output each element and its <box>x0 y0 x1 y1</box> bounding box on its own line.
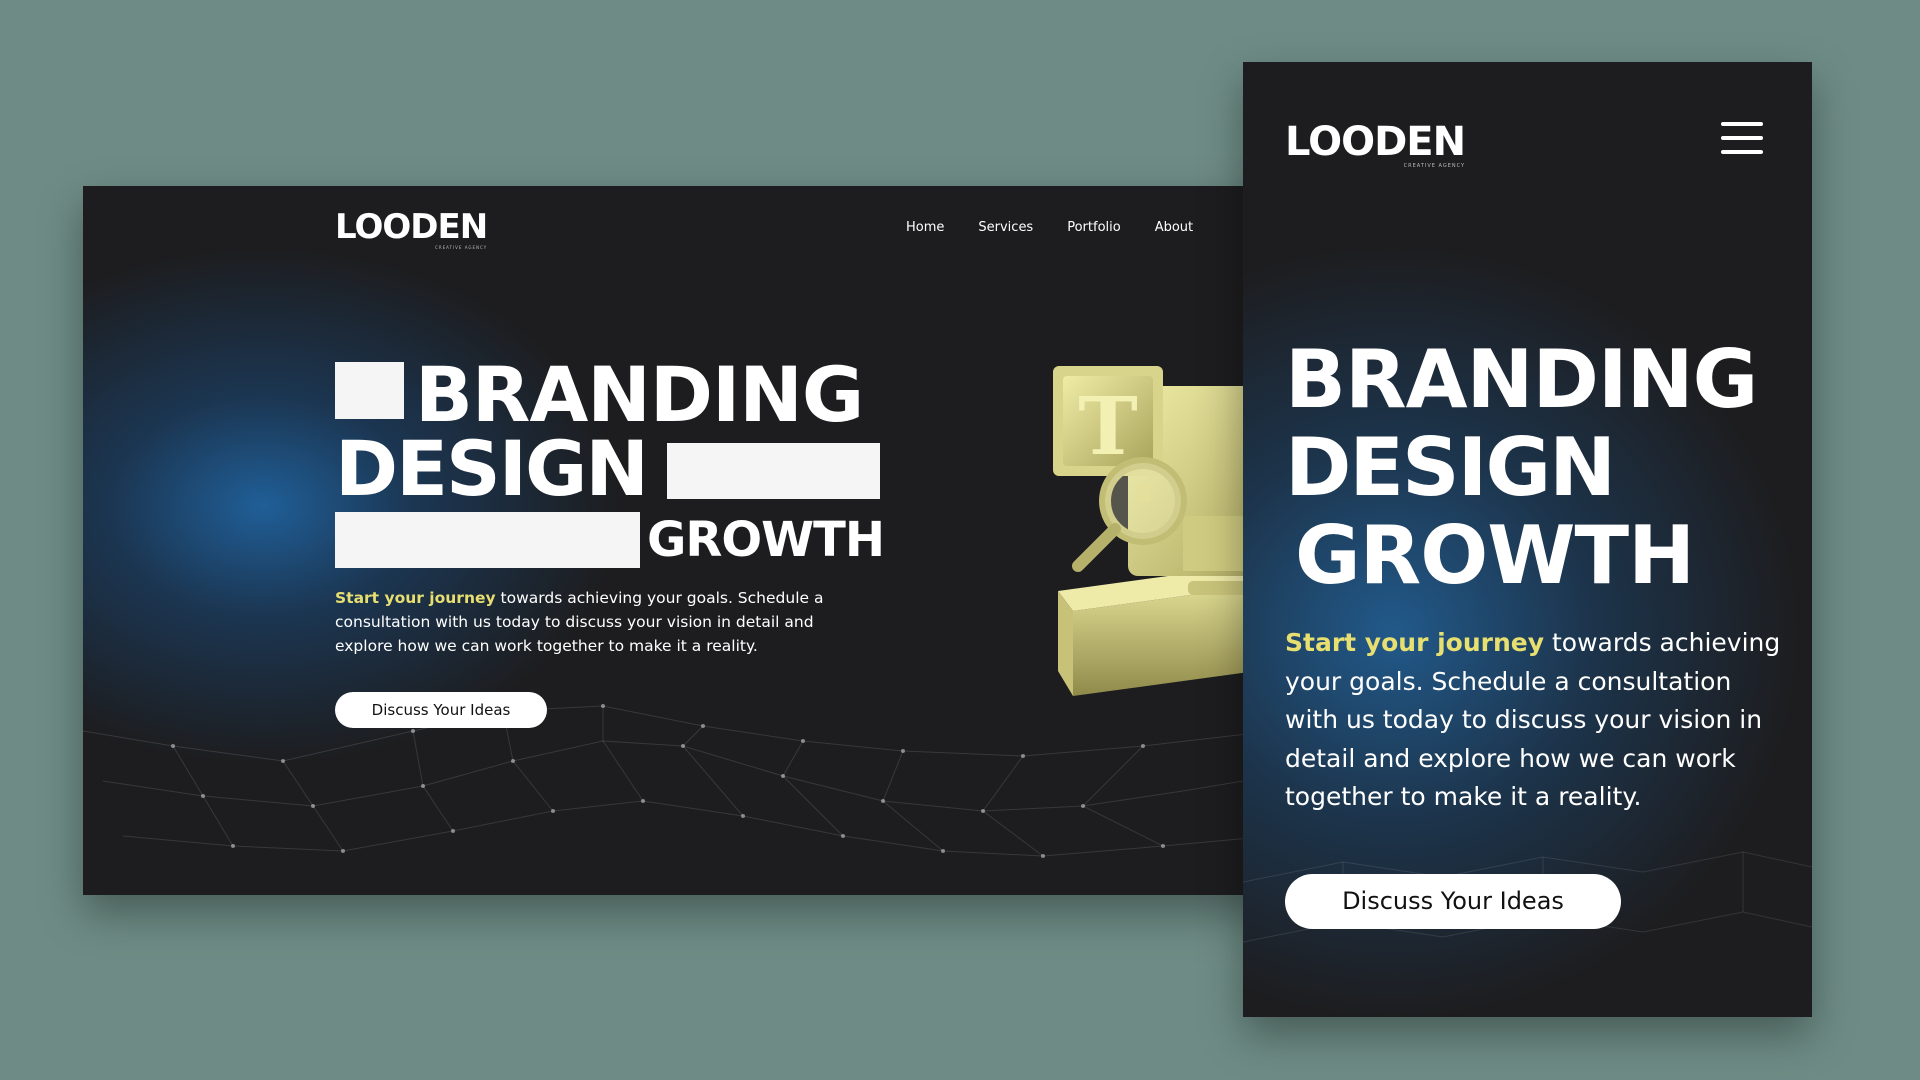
discuss-ideas-button[interactable]: Discuss Your Ideas <box>335 692 547 728</box>
headline-block-decoration <box>335 362 404 419</box>
mockup-stage: LOODEN CREATIVE AGENCY Home Services Por… <box>0 0 1920 1080</box>
illustration-letter: T <box>1078 379 1138 473</box>
logo-wordmark: LOODEN <box>335 207 488 247</box>
discuss-ideas-button[interactable]: Discuss Your Ideas <box>1285 874 1621 929</box>
nav-about-link[interactable]: About <box>1155 220 1193 235</box>
main-nav: Home Services Portfolio About <box>906 220 1193 235</box>
headline-block-decoration <box>667 443 880 499</box>
intro-paragraph: Start your journey towards achieving you… <box>335 586 875 658</box>
nav-home-link[interactable]: Home <box>906 220 944 235</box>
headline-design: DESIGN <box>1285 421 1616 514</box>
nav-services-link[interactable]: Services <box>978 220 1033 235</box>
nav-portfolio-link[interactable]: Portfolio <box>1067 220 1120 235</box>
headline-block-decoration <box>335 512 640 568</box>
headline-design: DESIGN <box>335 424 649 513</box>
intro-highlight: Start your journey <box>1285 628 1545 657</box>
headline-growth: GROWTH <box>1295 509 1695 602</box>
logo-wordmark: LOODEN <box>1285 119 1466 165</box>
brand-logo[interactable]: LOODEN CREATIVE AGENCY <box>1285 119 1466 169</box>
hamburger-menu-icon[interactable] <box>1721 122 1763 158</box>
brand-logo[interactable]: LOODEN CREATIVE AGENCY <box>335 207 488 250</box>
headline-branding: BRANDING <box>1285 333 1758 426</box>
mobile-preview: LOODEN CREATIVE AGENCY BRANDING DESIGN G… <box>1243 62 1812 1017</box>
intro-highlight: Start your journey <box>335 589 496 607</box>
headline-branding: BRANDING <box>415 350 864 439</box>
design-tools-illustration: T <box>1053 366 1273 696</box>
desktop-preview: LOODEN CREATIVE AGENCY Home Services Por… <box>83 186 1273 895</box>
headline-growth: GROWTH <box>647 512 885 568</box>
intro-paragraph: Start your journey towards achieving you… <box>1285 624 1785 817</box>
